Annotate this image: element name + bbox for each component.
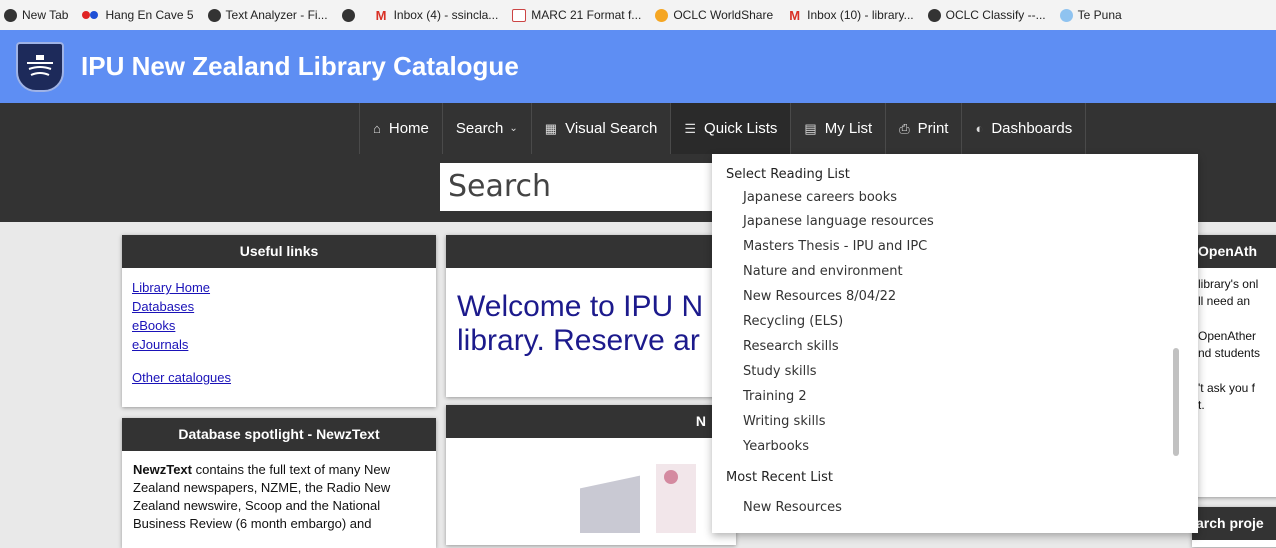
select-reading-list-label: Select Reading List (726, 167, 850, 182)
nav-dashboards[interactable]: ◐ Dashboards (962, 103, 1087, 154)
reading-list-item[interactable]: Nature and environment (712, 259, 1198, 284)
dropdown-scrollbar-thumb[interactable] (1173, 348, 1179, 456)
dashboard-icon: ◐ (975, 121, 984, 136)
recent-list-item[interactable]: New Resources (712, 495, 1198, 520)
reading-list-item[interactable]: Study skills (712, 359, 1198, 384)
spotlight-title: Database spotlight - NewzText (122, 418, 436, 451)
openathens-title: OpenAth (1192, 235, 1276, 268)
reading-list-item[interactable]: Masters Thesis - IPU and IPC (712, 234, 1198, 259)
research-project-title: arch proje (1192, 507, 1276, 540)
globe-icon (207, 8, 221, 22)
bookmark-new-tab[interactable]: New Tab (4, 8, 68, 22)
nav-home[interactable]: ⌂ Home (359, 103, 443, 154)
link-databases[interactable]: Databases (132, 297, 426, 316)
nav-my-list[interactable]: ▤ My List (791, 103, 887, 154)
book-cover-image[interactable] (560, 460, 710, 533)
link-other-catalogues[interactable]: Other catalogues (132, 368, 426, 387)
flickr-icon (82, 10, 100, 20)
bookmark-hang-en-cave[interactable]: Hang En Cave 5 (82, 8, 194, 22)
bookmark-globe[interactable] (341, 8, 360, 22)
useful-links-title: Useful links (122, 235, 436, 268)
crest-icon (27, 54, 53, 76)
spotlight-text: NewzText contains the full text of many … (133, 462, 391, 531)
welcome-panel-head (446, 235, 736, 268)
bookmark-text-analyzer[interactable]: Text Analyzer - Fi... (207, 8, 328, 22)
nav-quick-lists[interactable]: ☰ Quick Lists (671, 103, 792, 154)
card-icon: ▤ (804, 120, 817, 136)
nav-search[interactable]: Search ⌄ (443, 103, 532, 154)
main-navbar: ⌂ Home Search ⌄ ▦ Visual Search ☰ Quick List… (0, 103, 1276, 154)
reading-list-item[interactable]: Research skills (712, 334, 1198, 359)
marc-icon (512, 8, 527, 22)
welcome-text: Welcome to IPU N library. Reserve ar (457, 290, 704, 357)
reading-list-item[interactable]: Writing skills (712, 409, 1198, 434)
ipu-logo[interactable] (16, 41, 64, 92)
grid-icon: ▦ (544, 120, 558, 136)
bookmark-te-puna[interactable]: Te Puna (1059, 8, 1122, 22)
oclc-icon (655, 8, 669, 22)
site-title[interactable]: IPU New Zealand Library Catalogue (81, 51, 519, 82)
nav-print[interactable]: ⎙ Print (886, 103, 963, 154)
globe-icon (927, 8, 941, 22)
bookmarks-bar: New Tab Hang En Cave 5 Text Analyzer - F… (0, 0, 1276, 30)
quick-lists-dropdown: Select Reading List Japanese careers boo… (712, 154, 1198, 533)
home-icon: ⌂ (373, 121, 381, 136)
link-ebooks[interactable]: eBooks (132, 316, 426, 335)
globe-icon (4, 8, 17, 22)
bookmark-oclc-worldshare[interactable]: OCLC WorldShare (655, 8, 773, 22)
new-resources-head: N (446, 405, 736, 438)
reading-list-item[interactable]: Training 2 (712, 384, 1198, 409)
reading-list-item[interactable]: Japanese careers books (712, 186, 1198, 209)
bookmark-oclc-classify[interactable]: OCLC Classify --... (927, 8, 1046, 22)
database-spotlight-panel: Database spotlight - NewzText NewzText c… (122, 418, 436, 548)
link-library-home[interactable]: Library Home (132, 278, 426, 297)
gmail-icon: M (789, 7, 801, 23)
link-ejournals[interactable]: eJournals (132, 335, 426, 354)
openathens-text: library's onl ll need an OpenAther nd st… (1198, 277, 1261, 412)
reading-list-item[interactable]: Yearbooks (712, 434, 1198, 459)
search-input[interactable]: Search (440, 163, 740, 211)
site-header: IPU New Zealand Library Catalogue (0, 30, 1276, 103)
reading-list-item[interactable]: Recycling (ELS) (712, 309, 1198, 334)
list-icon: ☰ (684, 120, 697, 136)
chevron-down-icon: ⌄ (509, 123, 518, 134)
bookmark-inbox-4[interactable]: M Inbox (4) - ssincla... (374, 8, 499, 22)
te-puna-icon (1059, 8, 1073, 22)
print-icon: ⎙ (899, 120, 910, 136)
gmail-icon: M (375, 7, 387, 23)
most-recent-list-label: Most Recent List (726, 470, 833, 485)
useful-links-panel: Useful links Library Home Databases eBoo… (122, 235, 436, 407)
bookmark-inbox-10[interactable]: M Inbox (10) - library... (787, 8, 913, 22)
research-project-panel: arch proje (1192, 507, 1276, 547)
globe-icon (341, 8, 355, 22)
reading-list-item[interactable]: New Resources 8/04/22 (712, 284, 1198, 309)
openathens-panel: OpenAth library's onl ll need an OpenAth… (1192, 235, 1276, 497)
reading-list-item[interactable]: Japanese language resources (712, 209, 1198, 234)
bookmark-marc21[interactable]: MARC 21 Format f... (512, 8, 641, 22)
nav-visual-search[interactable]: ▦ Visual Search (532, 103, 672, 154)
